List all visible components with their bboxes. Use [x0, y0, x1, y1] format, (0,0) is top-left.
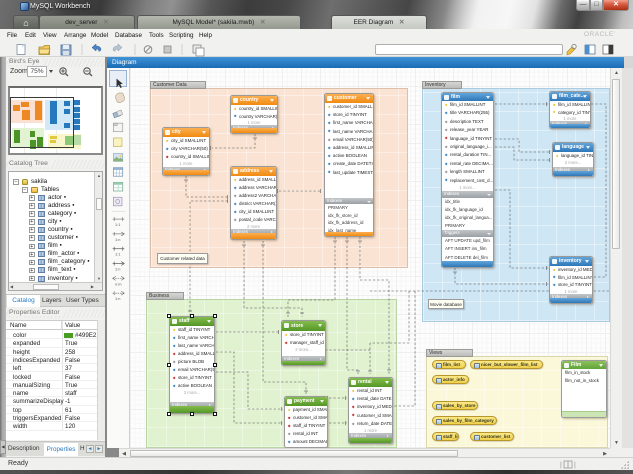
- svg-text:1:1: 1:1: [115, 222, 120, 227]
- svg-text:|: |: [560, 462, 562, 469]
- svg-text:1:1: 1:1: [115, 252, 120, 257]
- svg-text:n:m: n:m: [115, 281, 122, 286]
- svg-text:1:n: 1:n: [115, 237, 120, 242]
- svg-text:|: |: [574, 462, 576, 469]
- svg-text:1:n: 1:n: [115, 296, 120, 301]
- svg-text:1:n: 1:n: [115, 267, 120, 272]
